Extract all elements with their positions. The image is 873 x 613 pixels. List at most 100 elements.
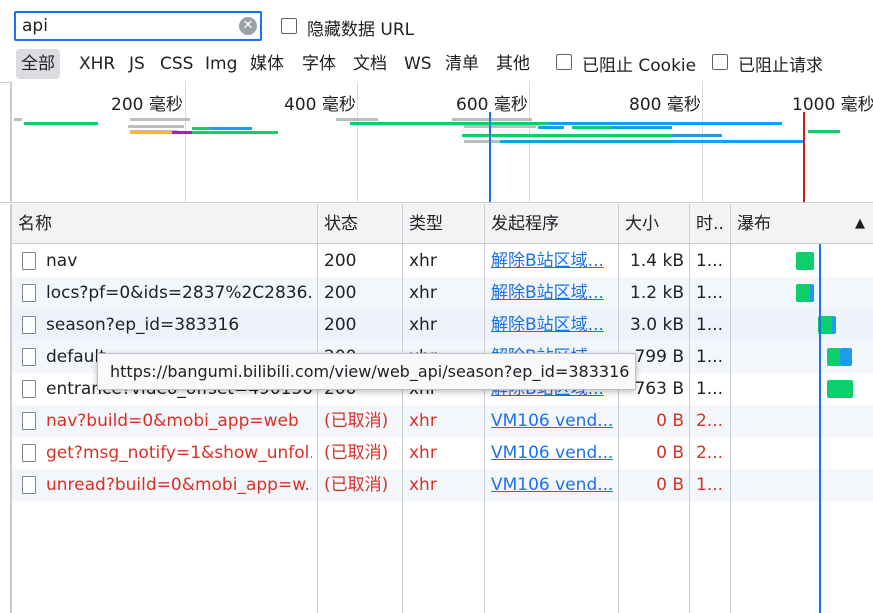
cell-initiator[interactable]: 解除B站区域... [491, 277, 613, 309]
type-filter-manifest[interactable]: 清单 [440, 49, 484, 79]
column-header-status[interactable]: 状态 [318, 204, 402, 244]
waterfall-dom-content-loaded-line [819, 244, 821, 613]
overview-bar [500, 140, 804, 143]
cell-status: (已取消) [324, 443, 389, 463]
cell-status: (已取消) [324, 411, 389, 431]
cell-size: 3.0 kB [630, 315, 684, 335]
column-divider[interactable] [730, 204, 731, 613]
request-table: 名称 状态 类型 发起程序 大小 时.. 瀑布 ▲ nav 200 xhr 解除B站区… [10, 204, 873, 613]
column-divider[interactable] [618, 204, 619, 613]
type-filter-img[interactable]: Img [200, 49, 242, 79]
blocked-requests-checkbox[interactable] [712, 54, 728, 70]
waterfall-bar [796, 252, 814, 270]
type-filter-xhr[interactable]: XHR [74, 49, 120, 79]
type-filter-ws[interactable]: WS [399, 49, 437, 79]
table-row[interactable]: get?msg_notify=1&show_unfol... (已取消) xhr VM… [12, 437, 873, 469]
overview-bar [612, 126, 672, 129]
overview-bar [672, 134, 722, 137]
cell-type: xhr [409, 315, 437, 335]
cell-status: 200 [324, 251, 357, 271]
overview-tick-label: 800 毫秒 [629, 95, 701, 115]
overview-bar [128, 125, 184, 128]
table-row[interactable]: locs?pf=0&ids=2837%2C2836... 200 xhr 解除B站区域… [12, 277, 873, 309]
cell-name: get?msg_notify=1&show_unfol... [46, 443, 312, 463]
cell-initiator[interactable]: VM106 vend... [491, 405, 613, 437]
column-header-size[interactable]: 大小 [619, 204, 689, 244]
column-header-type[interactable]: 类型 [403, 204, 484, 244]
overview-bar [464, 125, 536, 128]
hide-data-url-label[interactable]: 隐藏数据 URL [307, 15, 414, 40]
overview-tick-label: 400 毫秒 [284, 95, 356, 115]
column-divider[interactable] [402, 204, 403, 613]
cell-type: xhr [409, 411, 437, 431]
sort-ascending-icon: ▲ [855, 216, 865, 231]
dom-content-loaded-line [489, 112, 491, 202]
blocked-cookie-label[interactable]: 已阻止 Cookie [582, 51, 696, 76]
file-icon [22, 380, 36, 398]
overview-bar [464, 140, 504, 143]
cell-name: season?ep_id=383316 [46, 315, 240, 335]
column-header-name[interactable]: 名称 [12, 204, 317, 244]
overview-bar [192, 127, 212, 130]
column-divider[interactable] [484, 204, 485, 613]
table-row[interactable]: unread?build=0&mobi_app=w... (已取消) xhr VM10… [12, 469, 873, 501]
cell-size: 0 B [656, 443, 684, 463]
type-filter-doc[interactable]: 文档 [348, 49, 392, 79]
cell-type: xhr [409, 475, 437, 495]
overview-bar [462, 134, 674, 137]
cell-size: 1.4 kB [630, 251, 684, 271]
cell-size: 0 B [656, 411, 684, 431]
overview-bar [192, 131, 278, 134]
type-filter-js[interactable]: JS [124, 49, 150, 79]
file-icon [22, 444, 36, 462]
clear-icon[interactable]: ✕ [239, 17, 257, 35]
blocked-cookie-checkbox[interactable] [556, 54, 572, 70]
type-filter-other[interactable]: 其他 [491, 49, 535, 79]
type-filter-media[interactable]: 媒体 [245, 49, 289, 79]
cell-initiator[interactable]: VM106 vend... [491, 469, 613, 501]
cell-status: 200 [324, 315, 357, 335]
cell-initiator[interactable]: 解除B站区域... [491, 309, 613, 341]
cell-type: xhr [409, 283, 437, 303]
column-header-time[interactable]: 时.. [690, 204, 730, 244]
filter-input-value[interactable]: api [22, 16, 48, 36]
table-header: 名称 状态 类型 发起程序 大小 时.. 瀑布 ▲ [12, 204, 873, 244]
waterfall-bar [832, 316, 836, 334]
overview-gridline [357, 82, 358, 202]
cell-initiator[interactable]: VM106 vend... [491, 437, 613, 469]
overview-bar [572, 126, 612, 129]
type-filter-font[interactable]: 字体 [297, 49, 341, 79]
cell-time: 2... [696, 411, 724, 431]
filter-input[interactable]: api ✕ [14, 11, 262, 41]
cell-time: 1... [696, 283, 724, 303]
overview-timeline[interactable]: 200 毫秒 400 毫秒 600 毫秒 800 毫秒 1000 毫秒 [10, 82, 873, 202]
table-row[interactable]: nav?build=0&mobi_app=web (已取消) xhr VM106 ve… [12, 405, 873, 437]
overview-bar [130, 131, 172, 134]
load-event-line [803, 112, 805, 202]
column-divider[interactable] [317, 204, 318, 613]
cell-name: nav?build=0&mobi_app=web [46, 411, 299, 431]
overview-bar [452, 118, 532, 121]
table-row[interactable]: nav 200 xhr 解除B站区域... 1.4 kB 1... [12, 245, 873, 277]
hide-data-url-checkbox[interactable] [281, 18, 297, 34]
waterfall-bar [827, 380, 853, 398]
overview-gridline [185, 82, 186, 202]
cell-type: xhr [409, 443, 437, 463]
column-header-waterfall[interactable]: 瀑布 ▲ [731, 204, 873, 244]
file-icon [22, 284, 36, 302]
blocked-requests-label[interactable]: 已阻止请求 [738, 51, 823, 76]
column-header-initiator[interactable]: 发起程序 [485, 204, 618, 244]
cell-type: xhr [409, 251, 437, 271]
overview-tick-label: 600 毫秒 [456, 95, 528, 115]
waterfall-bar [827, 348, 841, 366]
cell-time: 1... [696, 315, 724, 335]
table-row[interactable]: season?ep_id=383316 200 xhr 解除B站区域... 3.0 kB… [12, 309, 873, 341]
column-divider[interactable] [689, 204, 690, 613]
filter-bar: api ✕ 隐藏数据 URL [0, 0, 873, 46]
cell-status: (已取消) [324, 475, 389, 495]
type-filter-css[interactable]: CSS [155, 49, 198, 79]
overview-bar [14, 118, 22, 121]
type-filter-all[interactable]: 全部 [16, 49, 60, 79]
overview-bar [550, 122, 782, 125]
cell-initiator[interactable]: 解除B站区域... [491, 245, 613, 277]
